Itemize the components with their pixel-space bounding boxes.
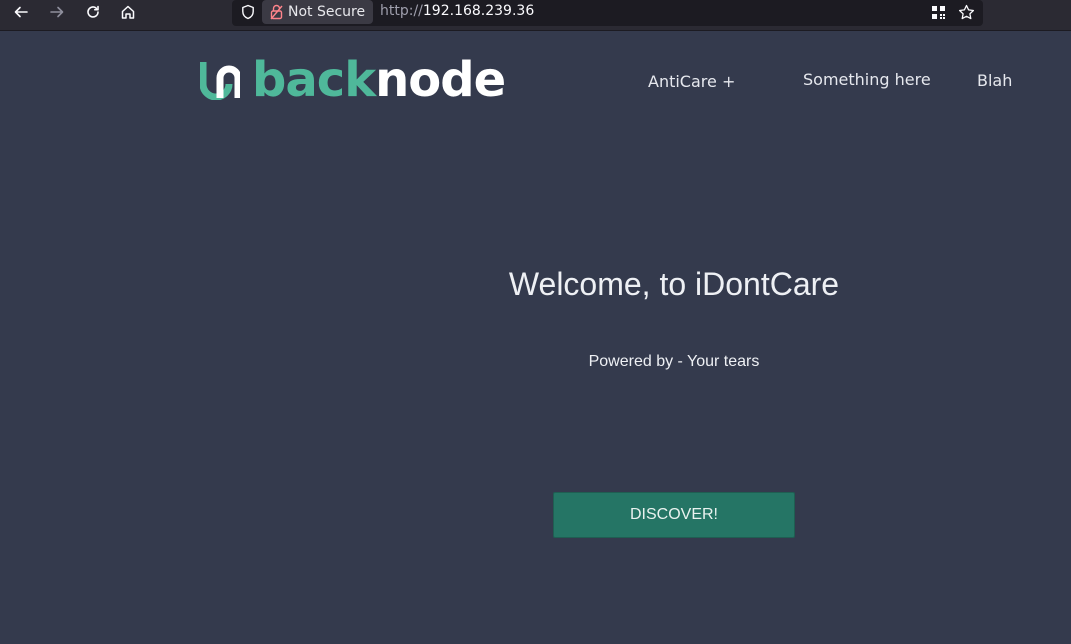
security-label: Not Secure (288, 4, 366, 20)
reload-icon[interactable] (81, 2, 105, 22)
nav-link-anticare[interactable]: AntiCare + (648, 72, 735, 91)
nav-link-something-here[interactable]: Something here (803, 70, 931, 89)
nav-link-blah[interactable]: Blah (977, 71, 1012, 90)
site-header: backnode AntiCare + Something here Blah (0, 32, 1071, 132)
logo-wordmark: backnode (252, 52, 506, 108)
browser-toolbar: Not Secure http://192.168.239.36 (0, 0, 1071, 31)
url-bar[interactable]: Not Secure http://192.168.239.36 (232, 0, 983, 26)
hero-subtitle: Powered by - Your tears (588, 353, 760, 370)
url-text[interactable]: http://192.168.239.36 (380, 3, 534, 19)
bookmark-star-icon[interactable] (957, 3, 975, 21)
home-icon[interactable] (116, 2, 140, 22)
forward-arrow-icon[interactable] (45, 2, 69, 22)
backnode-logo-icon (200, 62, 240, 100)
back-arrow-icon[interactable] (9, 2, 33, 22)
qr-code-icon[interactable] (929, 3, 947, 21)
site-logo[interactable]: backnode (200, 52, 506, 108)
hero-title: Welcome, to iDontCare (508, 266, 840, 302)
unlocked-padlock-icon (270, 4, 283, 20)
shield-icon[interactable] (240, 4, 256, 20)
discover-button[interactable]: DISCOVER! (553, 492, 795, 538)
security-indicator[interactable]: Not Secure (262, 0, 374, 24)
